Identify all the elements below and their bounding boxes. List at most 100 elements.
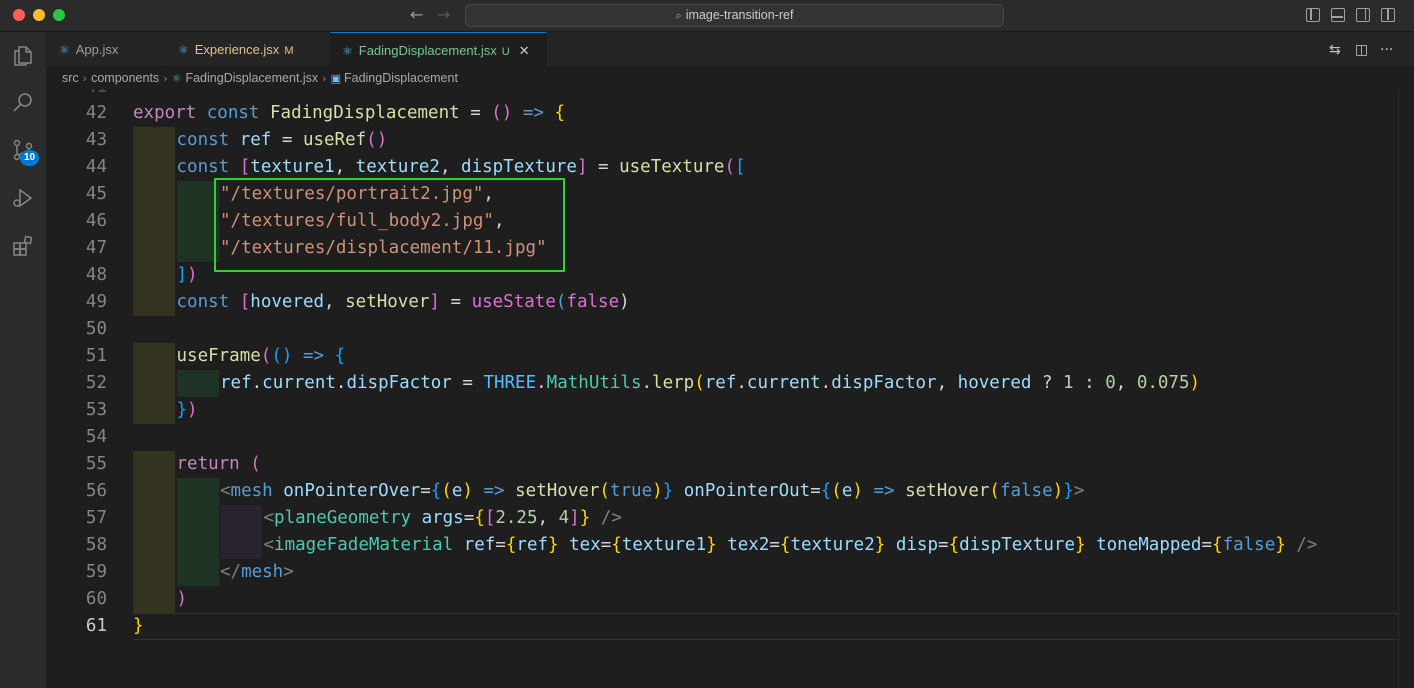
- extensions-icon[interactable]: [11, 234, 35, 258]
- code-token: onPointerOver: [283, 481, 421, 501]
- tab-fadingdisplacement-jsx[interactable]: ⚛ FadingDisplacement.jsx U ✕: [330, 32, 547, 67]
- code-token: }: [874, 535, 886, 555]
- breadcrumb-components[interactable]: components: [91, 71, 159, 85]
- code-line[interactable]: 61}: [47, 613, 1398, 640]
- code-token: [: [239, 157, 251, 177]
- code-line[interactable]: 48]): [47, 262, 1398, 289]
- indent-guide: [220, 532, 262, 559]
- code-line[interactable]: 49 const [hovered, setHover] = useState(f…: [47, 289, 1398, 316]
- forward-arrow-icon[interactable]: →: [437, 5, 450, 24]
- code-line[interactable]: 58 <imageFadeMaterial ref={ref} tex={text…: [47, 532, 1398, 559]
- line-number: 51: [85, 346, 107, 366]
- symbol-icon: ▣: [330, 72, 341, 85]
- editor-scrollbar[interactable]: [1398, 89, 1414, 688]
- tab-experience-jsx[interactable]: ⚛ Experience.jsx M: [166, 32, 330, 67]
- toggle-primary-sidebar-icon[interactable]: [1306, 8, 1320, 22]
- code-line[interactable]: 46 "/textures/full_body2.jpg",: [47, 208, 1398, 235]
- line-number: 59: [85, 562, 107, 582]
- code-token: tex: [569, 535, 601, 555]
- code-token: hovered: [957, 373, 1032, 393]
- code-line[interactable]: 44 const [texture1, texture2, dispTexture…: [47, 154, 1398, 181]
- indent-guide: [177, 235, 219, 262]
- tab-app-jsx[interactable]: ⚛ App.jsx: [47, 32, 166, 67]
- line-number: 47: [85, 238, 107, 258]
- minimize-window-button[interactable]: [33, 9, 45, 21]
- more-actions-icon[interactable]: ···: [1380, 42, 1393, 58]
- code-token: ?: [1031, 373, 1064, 393]
- code-token: useFrame: [176, 346, 261, 366]
- code-token: toneMapped: [1096, 535, 1202, 555]
- code-editor[interactable]: 41 42export const FadingDisplacement = (…: [47, 89, 1398, 688]
- close-window-button[interactable]: [13, 9, 25, 21]
- code-token: ): [1189, 373, 1201, 393]
- code-token: ref: [463, 535, 496, 555]
- code-token: setHover: [905, 481, 990, 501]
- line-code: const [texture1, texture2, dispTexture] …: [177, 154, 746, 181]
- code-token: {: [1212, 535, 1223, 555]
- chevron-right-icon: ›: [163, 72, 168, 85]
- line-number: 58: [85, 535, 107, 555]
- code-line[interactable]: 51 useFrame(() => {: [47, 343, 1398, 370]
- code-token: imageFadeMaterial: [274, 535, 454, 555]
- toggle-secondary-sidebar-icon[interactable]: [1356, 8, 1370, 22]
- code-line[interactable]: 57 <planeGeometry args={[2.25, 4]} />: [47, 505, 1398, 532]
- code-token: MathUtils: [546, 373, 642, 393]
- code-line[interactable]: 45 "/textures/portrait2.jpg",: [47, 181, 1398, 208]
- code-line[interactable]: 53}): [47, 397, 1398, 424]
- code-line[interactable]: 47 "/textures/displacement/11.jpg": [47, 235, 1398, 262]
- run-debug-icon[interactable]: [11, 186, 35, 210]
- customize-layout-icon[interactable]: [1381, 8, 1395, 22]
- code-token: =: [459, 103, 492, 123]
- close-icon[interactable]: ✕: [519, 44, 530, 59]
- maximize-window-button[interactable]: [53, 9, 65, 21]
- line-code: "/textures/portrait2.jpg",: [220, 181, 494, 208]
- line-code: }: [133, 613, 144, 640]
- code-token: }: [133, 616, 144, 636]
- indent-guide: [177, 478, 219, 505]
- code-token: =: [451, 373, 484, 393]
- code-token: (: [260, 346, 272, 366]
- command-center-search[interactable]: ⌕ image-transition-ref: [465, 4, 1004, 27]
- open-changes-icon[interactable]: ⇆: [1329, 42, 1341, 58]
- code-token: false: [999, 481, 1053, 501]
- code-token: current: [746, 373, 821, 393]
- code-token: (: [441, 481, 452, 501]
- split-editor-icon[interactable]: ◫: [1355, 42, 1368, 58]
- code-line[interactable]: 55 return (: [47, 451, 1398, 478]
- code-token: ): [1052, 481, 1064, 501]
- code-line[interactable]: 42 export const FadingDisplacement = () =…: [47, 100, 1398, 127]
- line-code: }): [177, 397, 198, 424]
- code-line[interactable]: 50: [47, 316, 1398, 343]
- code-line[interactable]: 43 const ref = useRef(): [47, 127, 1398, 154]
- indent-guide: [177, 505, 219, 532]
- files-icon[interactable]: [11, 44, 35, 68]
- tab-label: Experience.jsx: [194, 42, 280, 57]
- breadcrumb-symbol[interactable]: FadingDisplacement: [344, 71, 458, 85]
- line-number: 45: [85, 184, 107, 204]
- breadcrumb-src[interactable]: src: [62, 71, 79, 85]
- line-number: 54: [85, 427, 107, 447]
- code-token: useRef: [302, 130, 367, 150]
- line-code: const ref = useRef(): [177, 127, 388, 154]
- code-token: (: [989, 481, 1000, 501]
- toggle-panel-icon[interactable]: [1331, 8, 1345, 22]
- code-token: mesh: [241, 562, 284, 582]
- code-line[interactable]: 59 </mesh>: [47, 559, 1398, 586]
- code-token: ): [652, 481, 663, 501]
- code-line[interactable]: 54: [47, 424, 1398, 451]
- code-token: {: [554, 103, 566, 123]
- code-line[interactable]: 60): [47, 586, 1398, 613]
- line-code: ]): [177, 262, 198, 289]
- indent-guide: [133, 478, 175, 505]
- search-icon[interactable]: [11, 90, 35, 114]
- code-line[interactable]: 56 <mesh onPointerOver={(e) => setHover(t…: [47, 478, 1398, 505]
- code-line[interactable]: 52 ref.current.dispFactor = THREE.MathUti…: [47, 370, 1398, 397]
- code-token: [: [239, 292, 251, 312]
- breadcrumb-file[interactable]: FadingDisplacement.jsx: [185, 71, 318, 85]
- code-token: ): [462, 481, 473, 501]
- back-arrow-icon[interactable]: ←: [410, 5, 423, 24]
